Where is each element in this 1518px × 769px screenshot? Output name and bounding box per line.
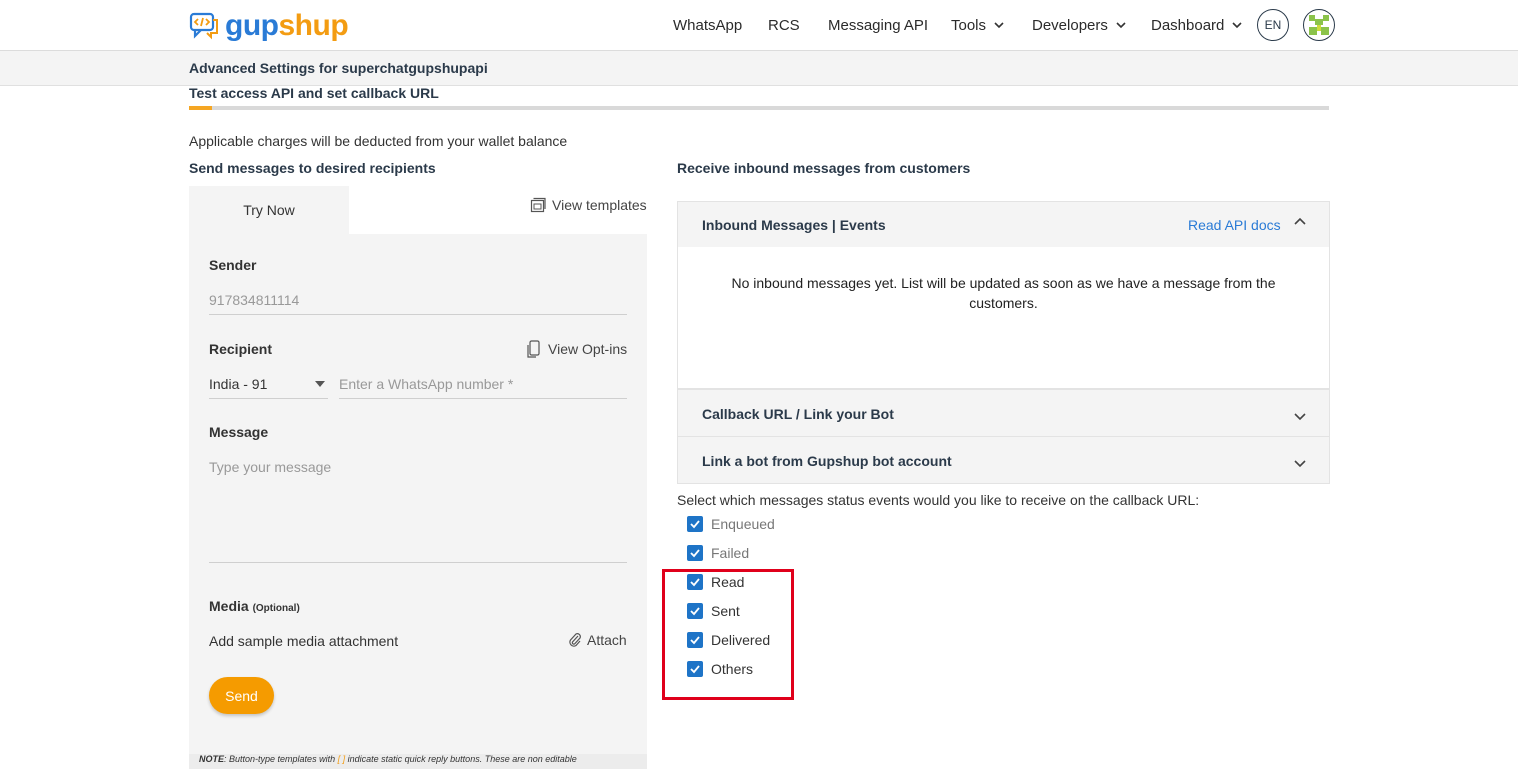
nav-whatsapp[interactable]: WhatsApp (673, 0, 742, 50)
avatar-icon (1307, 13, 1331, 37)
message-label: Message (209, 424, 269, 440)
tab-try-now[interactable]: Try Now (189, 186, 349, 234)
attach-button[interactable]: Attach (568, 632, 627, 648)
page-title: Advanced Settings for superchatgupshupap… (189, 60, 488, 76)
message-placeholder: Type your message (209, 459, 332, 475)
status-checkbox-enqueued[interactable]: Enqueued (687, 516, 775, 532)
progress-fill (189, 106, 212, 110)
link-bot-title: Link a bot from Gupshup bot account (702, 453, 952, 469)
view-templates-label: View templates (552, 197, 647, 213)
user-avatar[interactable] (1303, 9, 1335, 41)
whatsapp-number-input[interactable]: Enter a WhatsApp number * (339, 376, 627, 399)
nav-dashboard[interactable]: Dashboard (1151, 0, 1242, 50)
sender-value: 917834811114 (209, 292, 300, 308)
link-bot-panel-header[interactable]: Link a bot from Gupshup bot account (677, 436, 1330, 484)
settings-subheader: Advanced Settings for superchatgupshupap… (0, 51, 1518, 86)
note-prefix: NOTE (199, 754, 225, 764)
media-description: Add sample media attachment (209, 633, 399, 649)
nav-developers[interactable]: Developers (1032, 0, 1126, 50)
view-optins-link[interactable]: View Opt-ins (526, 340, 627, 358)
note-text: : Button-type templates with (224, 754, 336, 764)
note-bracket: [ ] (337, 754, 346, 764)
nav-rcs[interactable]: RCS (768, 0, 800, 50)
tab-label: Try Now (243, 202, 295, 218)
highlight-annotation-box (662, 569, 794, 700)
section-title: Test access API and set callback URL (189, 85, 439, 101)
country-select[interactable]: India - 91 (209, 376, 328, 399)
chevron-down-icon[interactable] (1294, 410, 1306, 422)
send-button[interactable]: Send (209, 677, 274, 714)
nav-tools[interactable]: Tools (951, 0, 1004, 50)
checkbox-checked-icon[interactable] (687, 545, 703, 561)
chevron-down-icon (1116, 22, 1126, 29)
status-label: Failed (711, 545, 750, 561)
send-heading: Send messages to desired recipients (189, 160, 436, 176)
country-value: India - 91 (209, 376, 268, 392)
status-checkbox-failed[interactable]: Failed (687, 545, 749, 561)
checkbox-checked-icon[interactable] (687, 516, 703, 532)
caret-down-icon (315, 381, 325, 387)
top-navbar: gupshup WhatsApp RCS Messaging API Tools… (0, 0, 1518, 51)
nav-messaging-api[interactable]: Messaging API (828, 0, 928, 50)
chat-code-icon (189, 12, 218, 40)
media-label: Media (Optional) (209, 598, 300, 614)
message-textarea[interactable]: Type your message (209, 459, 627, 563)
recipient-label: Recipient (209, 341, 273, 357)
no-inbound-message: No inbound messages yet. List will be up… (731, 275, 1276, 311)
language-selector[interactable]: EN (1257, 9, 1289, 41)
chevron-down-icon[interactable] (1294, 457, 1306, 469)
sender-label: Sender (209, 257, 257, 273)
number-placeholder: Enter a WhatsApp number * (339, 376, 514, 392)
receive-heading: Receive inbound messages from customers (677, 160, 971, 176)
chevron-up-icon[interactable] (1294, 216, 1306, 228)
progress-bar (189, 106, 1329, 110)
inbound-events-body: No inbound messages yet. List will be up… (677, 247, 1330, 389)
sender-field: 917834811114 (209, 292, 627, 315)
status-label: Enqueued (711, 516, 775, 532)
language-label: EN (1264, 18, 1282, 32)
charges-note: Applicable charges will be deducted from… (189, 133, 568, 149)
button-template-note: NOTE: Button-type templates with [ ] ind… (189, 754, 647, 769)
media-optional: (Optional) (252, 603, 300, 614)
gupshup-logo[interactable]: gupshup (189, 9, 349, 42)
attach-label: Attach (587, 632, 627, 648)
paperclip-icon (569, 633, 581, 647)
templates-icon (530, 197, 546, 213)
callback-url-panel-header[interactable]: Callback URL / Link your Bot (677, 389, 1330, 437)
note-suffix: indicate static quick reply buttons. The… (347, 754, 577, 764)
inbound-events-title: Inbound Messages | Events (702, 217, 886, 233)
chevron-down-icon (1232, 22, 1242, 29)
status-events-prompt: Select which messages status events woul… (677, 492, 1200, 508)
callback-url-title: Callback URL / Link your Bot (702, 406, 894, 422)
logo-text: gupshup (225, 9, 349, 42)
read-api-docs-link[interactable]: Read API docs (1188, 217, 1281, 233)
optins-icon (527, 340, 540, 358)
view-templates-link[interactable]: View templates (530, 197, 647, 213)
view-optins-label: View Opt-ins (548, 341, 628, 357)
chevron-down-icon (994, 22, 1004, 29)
